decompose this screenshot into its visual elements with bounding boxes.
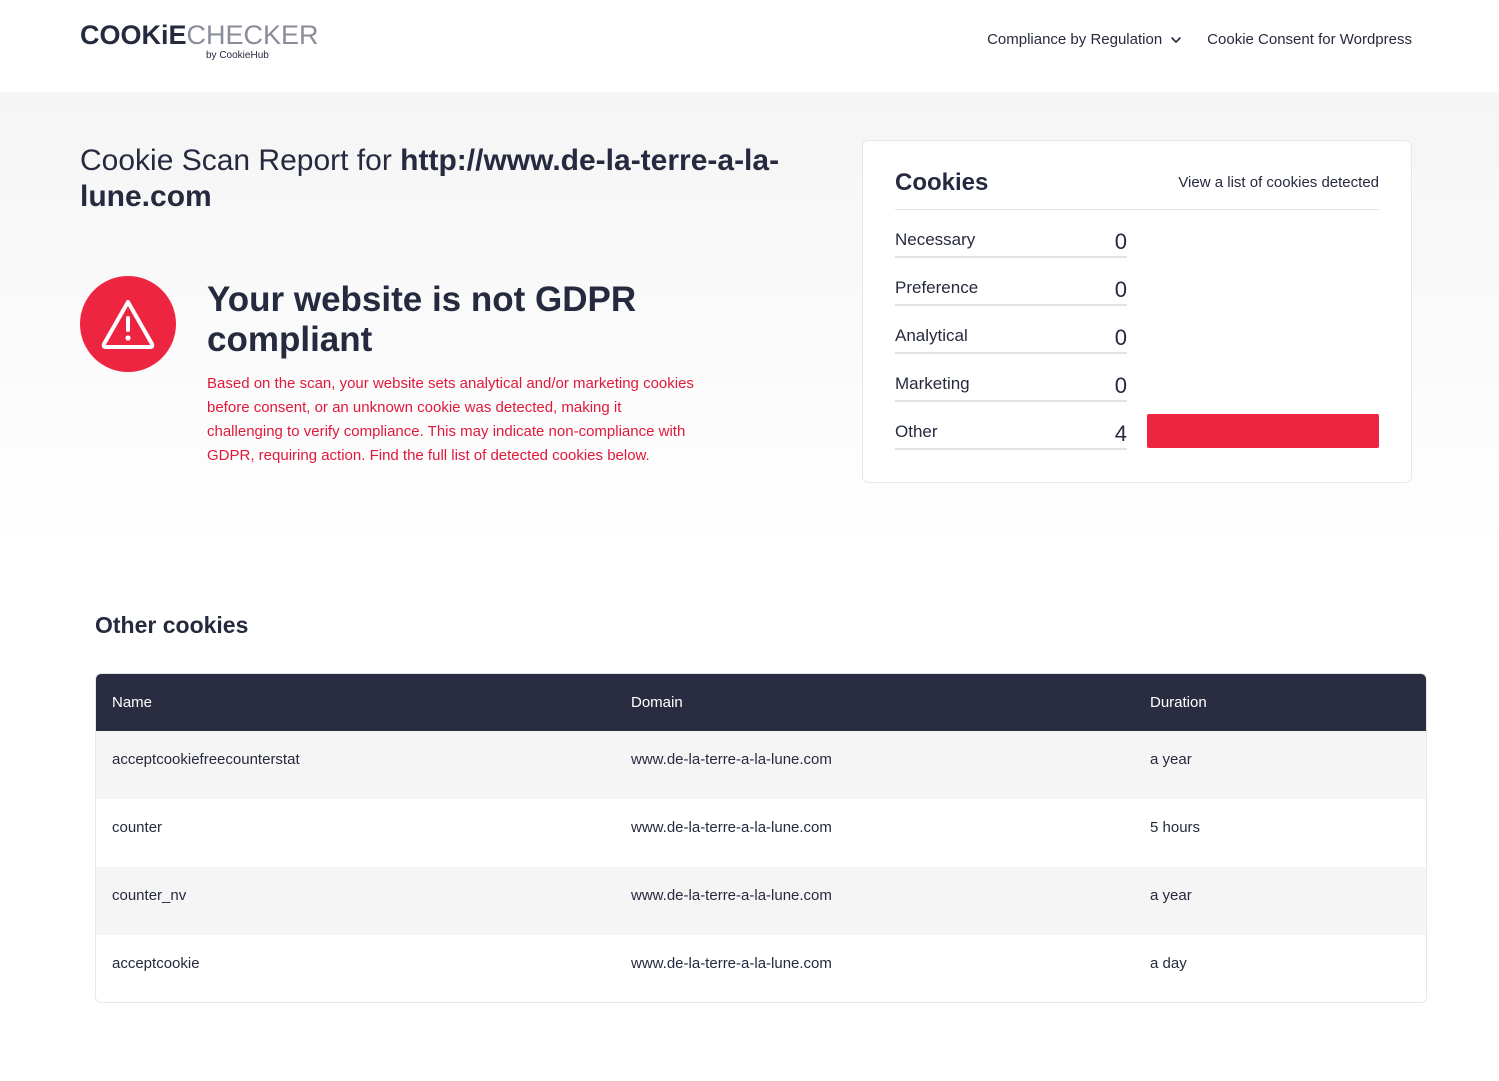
report-title-prefix: Cookie Scan Report for — [80, 144, 401, 177]
view-cookies-link[interactable]: View a list of cookies detected — [1178, 174, 1379, 191]
site-header: COOKiECHECKER by CookieHub Compliance by… — [0, 0, 1499, 92]
chevron-down-icon — [1171, 36, 1181, 43]
cookie-duration-cell: a day — [1150, 955, 1187, 972]
report-title: Cookie Scan Report for http://www.de-la-… — [80, 143, 800, 215]
cookie-duration-cell: a year — [1150, 887, 1192, 904]
warning-triangle-icon — [101, 300, 155, 349]
logo-bold-text: COOKiE — [80, 20, 187, 50]
category-row-preference: Preference 0 — [895, 274, 1127, 306]
column-header-duration: Duration — [1150, 694, 1207, 711]
table-row: acceptcookiefreecounterstat www.de-la-te… — [96, 731, 1426, 799]
category-row-necessary: Necessary 0 — [895, 226, 1127, 258]
cookie-duration-cell: 5 hours — [1150, 819, 1201, 836]
category-row-other: Other 4 — [895, 418, 1127, 450]
logo-light-text: CHECKER — [186, 20, 319, 50]
other-cookies-table: Name Domain Duration acceptcookiefreecou… — [95, 673, 1427, 1003]
cookie-domain-cell: www.de-la-terre-a-la-lune.com — [631, 887, 832, 904]
category-row-analytical: Analytical 0 — [895, 322, 1127, 354]
category-label: Marketing — [895, 374, 970, 393]
category-count: 0 — [1114, 277, 1127, 302]
category-label: Preference — [895, 278, 979, 297]
warning-title: Your website is not GDPR compliant — [207, 280, 637, 359]
logo[interactable]: COOKiECHECKER by CookieHub — [80, 20, 319, 64]
category-bar-other — [1147, 414, 1379, 448]
cookies-summary-card: Cookies View a list of cookies detected … — [862, 140, 1412, 483]
category-label: Other — [895, 422, 938, 441]
warning-badge — [80, 276, 176, 372]
card-divider — [895, 209, 1379, 210]
cookie-name-cell: acceptcookiefreecounterstat — [112, 751, 300, 768]
nav-compliance-by-regulation[interactable]: Compliance by Regulation — [987, 31, 1183, 48]
table-row: acceptcookie www.de-la-terre-a-la-lune.c… — [96, 935, 1426, 1002]
other-cookies-title: Other cookies — [95, 612, 249, 638]
cookies-card-title: Cookies — [895, 169, 989, 196]
cookie-domain-cell: www.de-la-terre-a-la-lune.com — [631, 819, 832, 836]
table-row: counter_nv www.de-la-terre-a-la-lune.com… — [96, 867, 1426, 935]
table-header: Name Domain Duration — [96, 674, 1426, 731]
logo-subtitle: by CookieHub — [206, 50, 269, 61]
nav-label: Cookie Consent for Wordpress — [1207, 31, 1412, 48]
category-count: 0 — [1114, 229, 1127, 254]
cookie-name-cell: counter_nv — [112, 887, 187, 904]
cookie-domain-cell: www.de-la-terre-a-la-lune.com — [631, 751, 832, 768]
cookie-name-cell: counter — [112, 819, 163, 836]
column-header-name: Name — [112, 694, 153, 711]
category-label: Analytical — [895, 326, 968, 345]
nav-label: Compliance by Regulation — [987, 31, 1163, 48]
nav-cookie-consent-wordpress[interactable]: Cookie Consent for Wordpress — [1207, 31, 1412, 48]
cookie-duration-cell: a year — [1150, 751, 1192, 768]
cookie-domain-cell: www.de-la-terre-a-la-lune.com — [631, 955, 832, 972]
cookie-name-cell: acceptcookie — [112, 955, 200, 972]
column-header-domain: Domain — [631, 694, 683, 711]
category-count: 0 — [1114, 373, 1127, 398]
category-row-marketing: Marketing 0 — [895, 370, 1127, 402]
logo-wordmark: COOKiECHECKER — [80, 20, 319, 51]
category-count: 0 — [1114, 325, 1127, 350]
category-count: 4 — [1114, 421, 1127, 446]
category-label: Necessary — [895, 230, 976, 249]
table-row: counter www.de-la-terre-a-la-lune.com 5 … — [96, 799, 1426, 867]
main-nav: Compliance by Regulation Cookie Consent … — [987, 31, 1412, 48]
warning-text: Based on the scan, your website sets ana… — [207, 375, 694, 464]
